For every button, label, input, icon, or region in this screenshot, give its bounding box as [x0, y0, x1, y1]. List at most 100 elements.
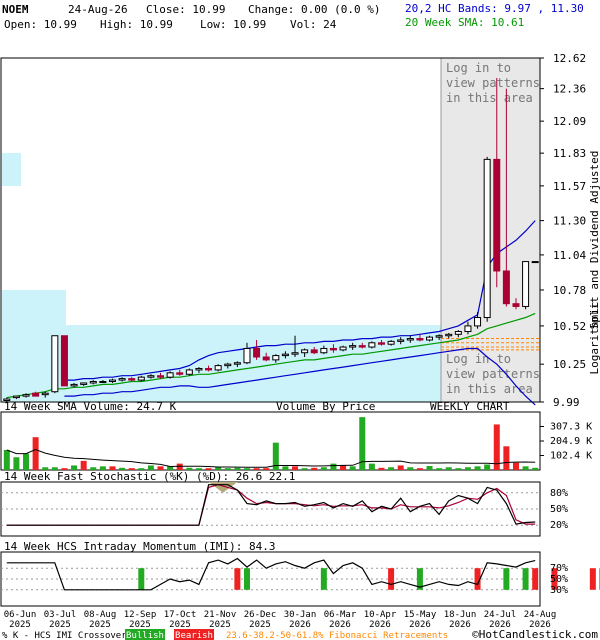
- stochastic-axis-label: 80%: [550, 488, 568, 499]
- candle-body: [301, 349, 309, 354]
- x-axis-label: 03-Jul: [44, 610, 77, 620]
- volume-bar: [464, 467, 471, 470]
- pattern-overlay-text: Log in to: [446, 352, 511, 366]
- volume-title: 14 Week SMA Volume: 24.7 K: [4, 400, 177, 413]
- volume-axis-label: 204.9 K: [550, 436, 592, 447]
- candle-body: [435, 335, 443, 338]
- price-axis-label: 11.57: [553, 180, 586, 193]
- price-axis-label: 12.09: [553, 115, 586, 128]
- candle-body: [426, 336, 434, 341]
- volume-bar: [80, 460, 87, 470]
- price-axis-label: 10.25: [553, 358, 586, 371]
- stock-chart: Log in toview patternsin this areaLog in…: [0, 52, 600, 640]
- candle-body: [272, 355, 280, 361]
- candle-body: [387, 340, 395, 345]
- weekly-chart-label: WEEKLY CHART: [430, 400, 510, 413]
- stochastic-axis-label: 50%: [550, 504, 568, 515]
- volume-by-price-bar: [2, 290, 66, 325]
- candle-body: [128, 378, 136, 381]
- candle-body: [493, 158, 501, 272]
- candle-body: [310, 349, 318, 354]
- imi-bearish-marker: [388, 568, 395, 590]
- legend-fib: 23.6-38.2-50-61.8% Fibonacci Retracement…: [226, 631, 448, 640]
- volume-bar: [512, 462, 519, 470]
- volume-by-price-bar: [2, 153, 21, 186]
- imi-axis-label: 70%: [550, 563, 568, 574]
- candle-body: [195, 367, 203, 371]
- price-axis-label: 12.36: [553, 83, 586, 96]
- candle-body: [32, 392, 40, 397]
- imi-bearish-marker: [532, 568, 539, 590]
- x-axis-label: 06-Jun: [4, 610, 37, 620]
- candle-body: [205, 367, 213, 371]
- volume-bar: [503, 446, 510, 470]
- candle-body: [118, 378, 126, 381]
- candle-body: [137, 376, 145, 381]
- candle-body: [147, 375, 155, 378]
- candle-body: [70, 383, 78, 387]
- volume-axis-label: 307.3 K: [550, 422, 592, 433]
- x-axis-label: 2026: [329, 620, 351, 630]
- imi-bearish-marker: [234, 568, 241, 590]
- candle-body: [51, 335, 59, 393]
- candle-body: [60, 335, 68, 387]
- imi-bullish-marker: [138, 568, 145, 590]
- volume-bar: [368, 463, 375, 470]
- candle-body: [512, 303, 520, 307]
- legend-text: % K - HCS IMI Crossover:: [2, 631, 132, 640]
- volume-bar: [397, 465, 404, 470]
- x-axis-label: 2026: [409, 620, 431, 630]
- stochastic-title: 14 Week Fast Stochastic (%K) (%D): 26.6 …: [4, 470, 295, 483]
- volume-bar: [388, 467, 395, 470]
- brand-label: ©HotCandlestick.com: [472, 628, 598, 640]
- volume-bar: [32, 437, 39, 470]
- imi-axis-label: 50%: [550, 574, 568, 585]
- price-axis-label: 10.52: [553, 320, 586, 333]
- candle-body: [185, 369, 193, 375]
- x-axis-label: 2026: [369, 620, 391, 630]
- volume-bar: [416, 468, 423, 470]
- x-axis-label: 2025: [209, 620, 231, 630]
- price-axis-label: 11.83: [553, 147, 586, 160]
- imi-bullish-marker: [503, 568, 510, 590]
- candle-body: [445, 333, 453, 337]
- x-axis-label: 2025: [89, 620, 111, 630]
- volume-bar: [330, 463, 337, 470]
- x-axis-label: 12-Sep: [124, 610, 157, 620]
- x-axis-label: 18-Jun: [444, 610, 477, 620]
- x-axis-label: 2026: [449, 620, 471, 630]
- volume-bar: [484, 464, 491, 470]
- stochastic-axis-label: 20%: [550, 520, 568, 531]
- volume-by-price-label: Volume By Price: [276, 400, 375, 413]
- candle-body: [243, 347, 251, 364]
- candle-body: [464, 325, 472, 333]
- volume-bar: [340, 465, 347, 470]
- x-axis-label: 2025: [169, 620, 191, 630]
- pattern-overlay-text: Log in to: [446, 61, 511, 75]
- legend-bearish: Bearish: [175, 631, 213, 640]
- scale-label: Logarithmic: [588, 302, 600, 375]
- price-axis-label: 9.99: [553, 396, 580, 409]
- volume-bar: [23, 453, 30, 470]
- candle-body: [339, 346, 347, 351]
- x-axis-label: 2026: [289, 620, 311, 630]
- pattern-overlay-text: in this area: [446, 91, 533, 105]
- candle-body: [406, 338, 414, 341]
- candle-body: [253, 347, 261, 358]
- imi-axis-label: 30%: [550, 585, 568, 596]
- candle-body: [157, 375, 165, 378]
- volume-bar: [455, 468, 462, 470]
- candle-body: [108, 379, 116, 383]
- imi-bullish-marker: [243, 568, 250, 590]
- x-axis-label: 24-Jul: [484, 610, 517, 620]
- stochastic-k-line: [6, 484, 536, 526]
- legend-bullish: Bullish: [126, 631, 164, 640]
- x-axis-label: 26-Dec: [244, 610, 277, 620]
- volume-bar: [311, 467, 318, 470]
- volume-bar: [13, 457, 20, 470]
- candle-body: [166, 372, 174, 378]
- x-axis-label: 21-Nov: [204, 610, 237, 620]
- candle-body: [454, 331, 462, 335]
- candle-body: [291, 352, 299, 355]
- imi-bullish-marker: [522, 568, 529, 590]
